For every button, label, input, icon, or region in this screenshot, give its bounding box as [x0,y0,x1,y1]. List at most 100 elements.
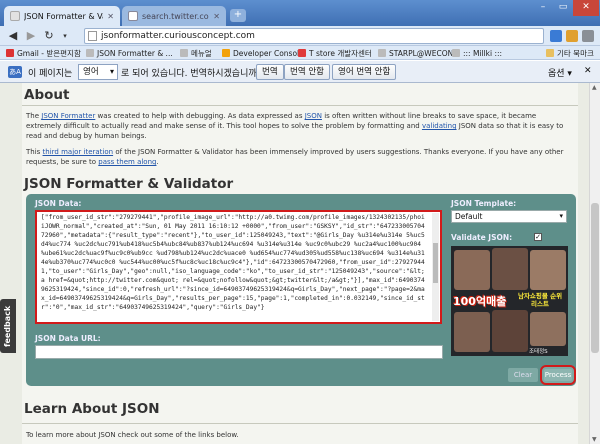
page-scrollbar[interactable]: ▲ ▼ [589,83,600,444]
extension-icon[interactable] [550,30,562,42]
bookmark-label: 메뉴얼 [191,48,212,58]
json-data-textarea[interactable]: ["from_user_id_str":"279279441","profile… [35,210,442,324]
scroll-down-icon[interactable]: ▼ [592,436,597,443]
process-button[interactable]: Process [544,369,572,381]
bookmark-developer-console[interactable]: Developer Console [222,47,304,59]
json-text: ["from_user_id_str":"279279441","profile… [41,214,425,311]
template-label: JSON Template: [451,199,517,208]
page-icon [180,49,188,57]
reload-dropdown-icon[interactable]: ▾ [58,29,72,43]
translate-button[interactable]: 번역 [256,64,284,80]
json-formatter-link[interactable]: JSON Formatter [41,112,95,120]
json-data-label: JSON Data: [35,199,82,208]
translate-infobar: あA 이 페이지는 영어 로 되어 있습니다. 번역하시겠습니까? 번역 번역 … [0,61,600,83]
learn-heading: Learn About JSON [24,401,160,417]
tab-twitter-search[interactable]: search.twitter.com/searc ✕ [122,6,226,26]
forward-arrow-icon[interactable]: ▶ [24,29,38,43]
tab-json-formatter[interactable]: JSON Formatter & Validat ✕ [4,6,120,26]
scroll-up-icon[interactable]: ▲ [592,84,597,91]
bookmark-label: T store 개발자센터 [309,48,372,58]
about-paragraph: The JSON Formatter was created to help w… [26,112,564,140]
options-label: 옵션 [548,69,565,79]
page-icon [88,31,97,41]
maximize-window-button[interactable]: ▭ [553,0,573,16]
address-url: jsonformatter.curiousconcept.com [101,31,255,41]
ad-photo [454,312,490,352]
page-icon [452,49,460,57]
minimize-window-button[interactable]: – [533,0,553,16]
pass-along-link[interactable]: pass them along [98,158,156,166]
never-translate-button[interactable]: 영어 번역 안함 [332,64,397,80]
template-value: Default [455,212,483,221]
page-menu-icon[interactable] [566,30,578,42]
tstore-icon [298,49,306,57]
browser-toolbar: ◀ ▶ ↻ ▾ jsonformatter.curiousconcept.com [0,26,600,46]
ad-photo [454,250,490,290]
json-link[interactable]: JSON [305,112,322,120]
iteration-paragraph: This third major iteration of the JSON F… [26,148,564,166]
page-icon [128,11,138,21]
bookmark-label: 기타 북마크 [557,48,594,58]
textarea-scrollbar[interactable] [432,213,439,321]
ad-photo [530,312,566,346]
formatter-panel: JSON Data: ["from_user_id_str":"27927944… [26,194,576,386]
new-tab-button[interactable]: + [230,9,246,22]
json-url-label: JSON Data URL: [35,334,101,343]
template-select[interactable]: Default [451,210,567,223]
json-url-input[interactable] [35,345,443,359]
process-button-highlight[interactable]: Process [540,365,576,385]
tab-label: search.twitter.com/searc [142,11,209,21]
options-menu[interactable]: 옵션 ▾ [548,66,572,79]
close-window-button[interactable]: ✕ [573,0,599,16]
page-viewport: About The JSON Formatter was created to … [0,83,589,444]
ad-sub-text: 남자쇼핑몰 순위리스트 [517,292,563,308]
ad-banner-text: 100억매출 [453,295,507,308]
translate-prefix: 이 페이지는 [28,69,73,79]
advertisement-image[interactable]: 100억매출 남자쇼핑몰 순위리스트 조태정S [451,246,568,356]
translate-suffix: 로 되어 있습니다. 번역하시겠습니까? [121,69,262,79]
page-content: About The JSON Formatter was created to … [22,83,578,444]
tab-label: JSON Formatter & Validat [24,11,103,21]
gmail-icon [6,49,14,57]
bookmark-tstore[interactable]: T store 개발자센터 [298,47,372,59]
page-scroll-thumb[interactable] [591,203,599,353]
clear-button[interactable]: Clear [508,368,538,382]
back-arrow-icon[interactable]: ◀ [6,29,20,43]
close-infobar-icon[interactable]: ✕ [584,66,592,76]
validating-link[interactable]: validating [422,122,457,130]
divider [22,105,578,106]
divider [22,423,578,424]
translate-icon: あA [8,66,22,78]
developer-icon [222,49,230,57]
bookmark-gmail[interactable]: Gmail - 받은편지함 [6,47,81,59]
bookmark-label: STARPL@WECON [389,48,454,58]
textarea-scroll-thumb[interactable] [433,243,438,283]
bookmark-json-formatter[interactable]: JSON Formatter & ... [86,47,173,59]
bookmark-label: Developer Console [233,48,304,58]
language-value: 영어 [83,67,99,77]
validate-checkbox[interactable]: ✓ [534,233,542,241]
bookmark-starpl[interactable]: STARPL@WECON [378,47,453,59]
reload-icon[interactable]: ↻ [42,29,56,43]
bookmark-label: JSON Formatter & ... [97,48,173,58]
ad-photo [492,310,528,352]
close-tab-icon[interactable]: ✕ [213,12,220,21]
bookmark-other[interactable]: 기타 북마크 [546,47,594,59]
page-icon [378,49,386,57]
learn-paragraph: To learn more about JSON check out some … [26,431,239,439]
language-select[interactable]: 영어 [78,64,118,80]
feedback-tab[interactable]: feedback [0,299,16,353]
bookmark-manual[interactable]: 메뉴얼 [180,47,212,59]
folder-icon [546,49,554,57]
third-iteration-link[interactable]: third major iteration [43,148,114,156]
close-tab-icon[interactable]: ✕ [107,12,114,21]
no-translate-button[interactable]: 번역 안함 [284,64,330,80]
bookmarks-bar: Gmail - 받은편지함 JSON Formatter & ... 메뉴얼 D… [0,46,600,60]
tab-strip: JSON Formatter & Validat ✕ search.twitte… [0,0,600,26]
ad-photo [530,250,566,290]
wrench-menu-icon[interactable] [582,30,594,42]
address-bar[interactable]: jsonformatter.curiousconcept.com [84,28,544,44]
bookmark-label: ::: Millki ::: [463,48,503,58]
bookmark-millki[interactable]: ::: Millki ::: [452,47,502,59]
ad-photo [492,248,528,290]
